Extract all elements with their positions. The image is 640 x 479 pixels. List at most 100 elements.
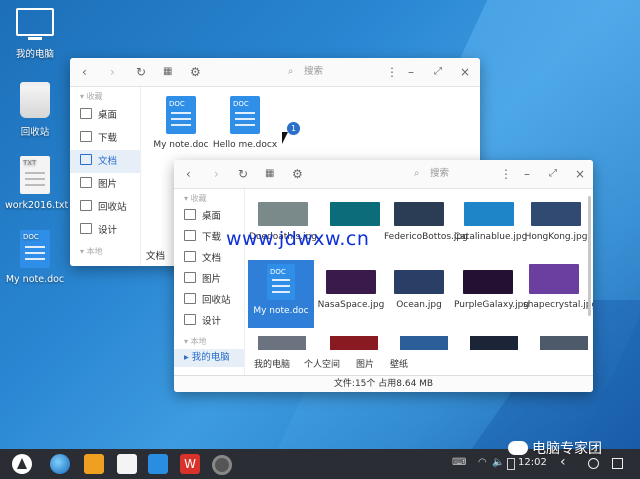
- sidebar: ▾ 收藏 桌面 下载 文档 图片 回收站 设计 ▾ 本地 ▸ 我的电脑: [174, 189, 245, 376]
- monitor-icon: [80, 223, 92, 234]
- desktop-icon-label: My note.doc: [5, 274, 65, 285]
- sidebar-item-pictures[interactable]: 图片: [70, 173, 140, 196]
- file-hongkong[interactable]: HongKong.jpg: [521, 202, 591, 243]
- settings-icon[interactable]: [212, 455, 232, 475]
- trash-icon: [184, 293, 196, 304]
- clock: 12:02: [518, 457, 547, 468]
- image-thumbnail: [540, 336, 588, 350]
- document-icon: [184, 251, 196, 262]
- wechat-icon: [508, 441, 528, 455]
- refresh-icon[interactable]: ↻: [238, 166, 248, 182]
- battery-icon: [507, 458, 515, 470]
- close-icon[interactable]: ×: [460, 64, 470, 80]
- doc-file-icon: DOC: [20, 230, 50, 268]
- recents-nav-icon[interactable]: [612, 458, 623, 469]
- minimize-icon[interactable]: –: [524, 166, 530, 182]
- file-catalinablue[interactable]: Catalinablue.jpg: [454, 202, 527, 243]
- home-nav-icon[interactable]: [588, 458, 599, 469]
- sidebar-item-downloads[interactable]: 下载: [70, 127, 140, 150]
- doc-file-icon: DOC: [166, 96, 196, 134]
- scrollbar[interactable]: [588, 196, 591, 316]
- window-titlebar[interactable]: ‹ › ↻ ▦ ⚙ ⌕ 搜索 ⋮ – ⤢ ×: [70, 58, 480, 87]
- location-pictures[interactable]: 图片: [356, 356, 374, 374]
- trash-icon: [20, 82, 50, 118]
- document-icon: [80, 154, 92, 165]
- search-icon: ⌕: [414, 168, 420, 179]
- image-thumbnail: [464, 202, 514, 226]
- grid-view-icon[interactable]: ▦: [265, 166, 274, 182]
- refresh-icon[interactable]: ↻: [136, 64, 146, 80]
- truncated-folder-label: 文档: [146, 251, 166, 262]
- desktop-icon-label: 我的电脑: [15, 49, 54, 60]
- file-purplegalaxy[interactable]: PurpleGalaxy.jpg: [454, 270, 529, 311]
- start-menu-icon[interactable]: [12, 454, 32, 474]
- file-shapecrystal[interactable]: shapecrystal.jpg: [523, 264, 593, 311]
- search-icon: ⌕: [288, 66, 294, 77]
- picture-icon: [184, 272, 196, 283]
- image-thumbnail: [529, 264, 579, 294]
- sidebar-item-desktop[interactable]: 桌面: [174, 206, 244, 227]
- image-thumbnail: [330, 336, 378, 350]
- monitor-icon: [184, 314, 196, 325]
- sidebar-item-documents[interactable]: 文档: [174, 248, 244, 269]
- desktop-icon: [184, 209, 196, 220]
- trash-icon: [80, 200, 92, 211]
- close-icon[interactable]: ×: [575, 166, 585, 182]
- file-nasaspace[interactable]: NasaSpace.jpg: [316, 270, 386, 311]
- browser-icon[interactable]: [50, 454, 70, 474]
- desktop-icon-my-computer[interactable]: 我的电脑: [5, 8, 65, 60]
- forward-arrow-icon[interactable]: ›: [110, 64, 115, 80]
- maximize-icon[interactable]: ⤢: [434, 64, 442, 80]
- sidebar-item-design[interactable]: 设计: [174, 311, 244, 332]
- sidebar: ▾ 收藏 桌面 下载 文档 图片 回收站 设计 ▾ 本地: [70, 87, 141, 266]
- desktop-icon-recycle-bin[interactable]: 回收站: [5, 82, 65, 138]
- gear-icon[interactable]: ⚙: [292, 166, 303, 182]
- forward-arrow-icon[interactable]: ›: [214, 166, 219, 182]
- minimize-icon[interactable]: –: [408, 64, 414, 80]
- volume-icon[interactable]: 🔈: [492, 457, 504, 468]
- mail-icon[interactable]: [148, 454, 168, 474]
- gear-icon[interactable]: ⚙: [190, 64, 201, 80]
- file-manager-window-front[interactable]: ‹ › ↻ ▦ ⚙ ⌕ 搜索 ⋮ – ⤢ × ▾ 收藏 桌面 下载 文档 图片 …: [174, 160, 593, 392]
- menu-icon[interactable]: ⋮: [500, 166, 512, 182]
- sidebar-header-local: ▾ 本地: [80, 247, 103, 256]
- location-personal-space[interactable]: 个人空间: [304, 356, 340, 374]
- desktop-icon-label: work2016.txt: [5, 200, 69, 211]
- picture-icon: [80, 177, 92, 188]
- sidebar-item-my-computer[interactable]: ▸ 我的电脑: [174, 349, 244, 367]
- location-my-computer[interactable]: 我的电脑: [254, 356, 290, 374]
- sidebar-item-pictures[interactable]: 图片: [174, 269, 244, 290]
- file-hello-me[interactable]: DOC Hello me.docx: [210, 96, 280, 151]
- location-wallpaper[interactable]: 壁纸: [390, 356, 408, 374]
- image-thumbnail: [326, 270, 376, 294]
- keyboard-icon[interactable]: ⌨: [452, 457, 466, 468]
- file-manager-icon[interactable]: [84, 454, 104, 474]
- file-federicobottos[interactable]: FedericoBottos.jpg: [384, 202, 468, 243]
- file-my-note-selected[interactable]: DOC My note.doc: [248, 260, 314, 328]
- wps-office-icon[interactable]: W: [180, 454, 200, 474]
- sidebar-item-documents[interactable]: 文档: [70, 150, 140, 173]
- partial-thumbnail-row: [248, 336, 588, 350]
- sidebar-header-local: ▾ 本地: [184, 337, 207, 346]
- grid-view-icon[interactable]: ▦: [163, 64, 172, 80]
- sidebar-item-design[interactable]: 设计: [70, 219, 140, 242]
- sidebar-item-desktop[interactable]: 桌面: [70, 104, 140, 127]
- image-thumbnail: [258, 336, 306, 350]
- brand-watermark: 电脑专家团: [508, 438, 602, 458]
- back-arrow-icon[interactable]: ‹: [82, 64, 87, 80]
- search-input[interactable]: 搜索: [430, 166, 449, 182]
- watermark-text: www.jdwxw.cn: [226, 228, 370, 250]
- menu-icon[interactable]: ⋮: [386, 64, 398, 80]
- file-my-note[interactable]: DOC My note.doc: [146, 96, 216, 151]
- sidebar-header: ▾ 收藏: [80, 92, 103, 101]
- desktop-icon-my-note[interactable]: DOC My note.doc: [5, 230, 65, 285]
- sidebar-item-recycle[interactable]: 回收站: [174, 290, 244, 311]
- maximize-icon[interactable]: ⤢: [549, 166, 557, 182]
- search-input[interactable]: 搜索: [304, 64, 323, 80]
- sidebar-item-recycle[interactable]: 回收站: [70, 196, 140, 219]
- back-arrow-icon[interactable]: ‹: [186, 166, 191, 182]
- desktop-icon-work2016[interactable]: TXT work2016.txt: [5, 156, 69, 211]
- text-editor-icon[interactable]: [117, 454, 137, 474]
- window-titlebar[interactable]: ‹ › ↻ ▦ ⚙ ⌕ 搜索 ⋮ – ⤢ ×: [174, 160, 593, 189]
- file-ocean[interactable]: Ocean.jpg: [384, 270, 454, 311]
